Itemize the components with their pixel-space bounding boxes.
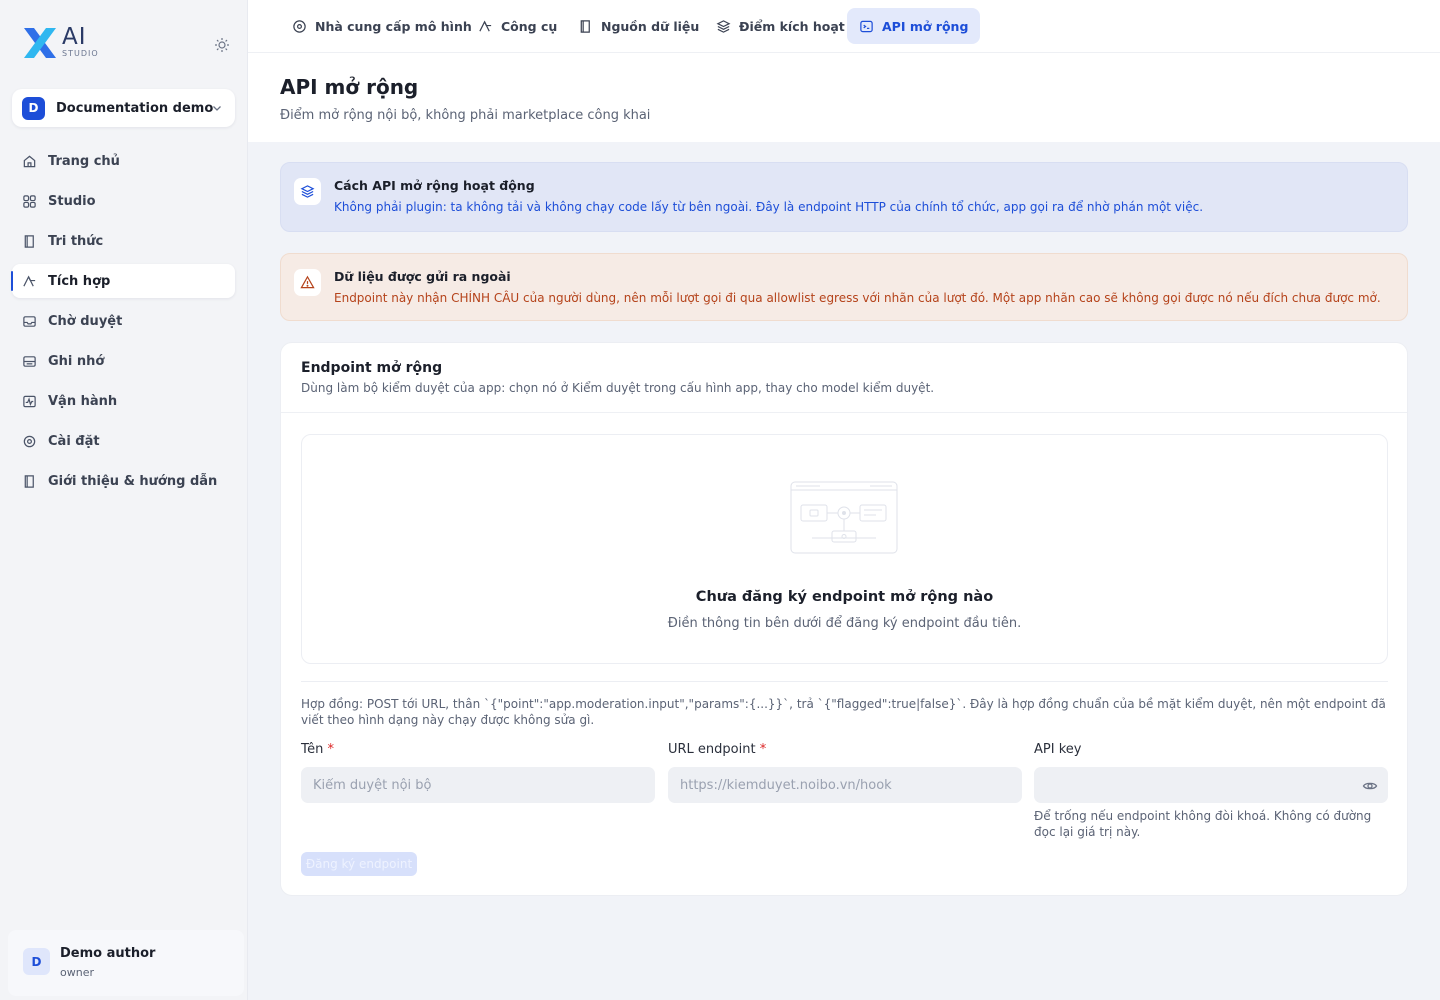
model-provider-icon [293, 19, 306, 33]
guide-icon [24, 474, 34, 488]
integration-icon [23, 274, 36, 286]
workspace-avatar: D [22, 96, 45, 120]
warning-icon [294, 269, 321, 296]
info-callout: Cách API mở rộng hoạt động Không phải pl… [280, 162, 1408, 232]
grid-icon [23, 194, 36, 208]
empty-state: Chưa đăng ký endpoint mở rộng nào Điền t… [301, 434, 1388, 664]
register-endpoint-button[interactable]: Đăng ký endpoint [301, 852, 417, 876]
sidebar-item-settings[interactable]: Cài đặt [12, 424, 235, 458]
sidebar-item-studio[interactable]: Studio [12, 184, 235, 218]
tab-model-providers[interactable]: Nhà cung cấp mô hình [280, 8, 484, 44]
logo-text: AI [62, 24, 87, 50]
theme-toggle-sun-icon[interactable] [213, 36, 231, 54]
avatar: D [23, 948, 50, 975]
tab-extension-api[interactable]: API mở rộng [847, 8, 981, 44]
inbox-icon [23, 315, 36, 327]
callout-text: Không phải plugin: ta không tải và không… [334, 200, 1204, 214]
sidebar-item-label: Studio [48, 193, 96, 209]
card-description: Dùng làm bộ kiểm duyệt của app: chọn nó … [301, 381, 935, 395]
url-input[interactable] [668, 767, 1022, 803]
sidebar-item-knowledge[interactable]: Tri thức [12, 224, 235, 258]
sidebar-item-label: Tích hợp [48, 273, 111, 289]
card-title: Endpoint mở rộng [301, 360, 443, 376]
workspace-name: Documentation demo [56, 100, 214, 116]
logo-x-icon [24, 28, 56, 58]
home-icon [23, 155, 36, 167]
sidebar-item-label: Trang chủ [48, 153, 120, 169]
logo-subtext: STUDIO [62, 49, 99, 58]
tab-data-sources[interactable]: Nguồn dữ liệu [566, 8, 711, 44]
api-key-input[interactable] [1034, 767, 1388, 803]
callout-text: Endpoint này nhận CHÍNH CÂU của người dù… [334, 291, 1381, 305]
sidebar-item-memory[interactable]: Ghi nhớ [12, 344, 235, 378]
api-icon [860, 20, 873, 32]
sidebar-item-label: Cài đặt [48, 433, 100, 449]
label-text: Tên [301, 742, 324, 757]
empty-state-description: Điền thông tin bên dưới để đăng ký endpo… [667, 616, 1022, 631]
book-icon [24, 234, 34, 248]
sidebar-item-label: Vận hành [48, 393, 118, 409]
sidebar-item-label: Tri thức [48, 233, 104, 249]
sidebar-item-integration[interactable]: Tích hợp [11, 264, 235, 298]
tab-triggers[interactable]: Điểm kích hoạt [704, 8, 857, 44]
page-title: API mở rộng [280, 75, 419, 99]
datasource-icon [580, 19, 590, 33]
api-key-help: Để trống nếu endpoint không đòi khoá. Kh… [1034, 809, 1372, 839]
tab-label: Điểm kích hoạt [739, 18, 845, 34]
sidebar-item-home[interactable]: Trang chủ [12, 144, 235, 178]
page-subtitle: Điểm mở rộng nội bộ, không phải marketpl… [280, 108, 651, 123]
gear-icon [23, 435, 36, 447]
sidebar-item-pending[interactable]: Chờ duyệt [12, 304, 235, 338]
empty-state-illustration-icon [790, 481, 898, 554]
tab-label: Nguồn dữ liệu [601, 18, 700, 34]
name-field-label: Tên * [301, 742, 334, 757]
contract-note: Hợp đồng: POST tới URL, thân `{"point":"… [301, 697, 1386, 727]
user-role: owner [60, 966, 94, 979]
sidebar: AI STUDIO D Documentation demo Trang chủ… [0, 0, 248, 1000]
sidebar-item-label: Chờ duyệt [48, 313, 123, 329]
layers-icon [294, 178, 321, 205]
callout-title: Cách API mở rộng hoạt động [334, 178, 535, 193]
tab-label: Nhà cung cấp mô hình [315, 18, 472, 34]
chevron-down-icon [213, 106, 221, 111]
tools-icon [479, 19, 492, 31]
name-input[interactable] [301, 767, 655, 803]
label-text: URL endpoint [668, 742, 756, 757]
page-header: API mở rộng Điểm mở rộng nội bộ, không p… [248, 53, 1440, 142]
card-header: Endpoint mở rộng Dùng làm bộ kiểm duyệt … [281, 343, 1407, 413]
tab-label: API mở rộng [882, 18, 969, 34]
sidebar-item-operations[interactable]: Vận hành [12, 384, 235, 418]
warning-callout: Dữ liệu được gửi ra ngoài Endpoint này n… [280, 253, 1408, 321]
endpoints-card: Endpoint mở rộng Dùng làm bộ kiểm duyệt … [280, 342, 1408, 896]
app-logo[interactable]: AI STUDIO [22, 24, 99, 60]
integration-tabs: Nhà cung cấp mô hình Công cụ Nguồn dữ li… [248, 0, 1440, 53]
sidebar-nav: Trang chủ Studio Tri thức Tích hợp Chờ d… [11, 144, 235, 504]
required-mark: * [327, 742, 335, 757]
trigger-icon [716, 19, 731, 33]
tab-tools[interactable]: Công cụ [466, 8, 569, 44]
user-card[interactable]: D Demo author owner [8, 930, 244, 996]
callout-title: Dữ liệu được gửi ra ngoài [334, 269, 511, 284]
workspace-switcher[interactable]: D Documentation demo [12, 89, 235, 127]
activity-icon [23, 395, 36, 407]
user-name: Demo author [60, 946, 156, 961]
sidebar-item-guide[interactable]: Giới thiệu & hướng dẫn [12, 464, 235, 498]
api-key-field-label: API key [1034, 742, 1081, 757]
divider [301, 681, 1388, 682]
url-field-label: URL endpoint * [668, 742, 766, 757]
memory-icon [23, 355, 36, 367]
tab-label: Công cụ [501, 18, 558, 34]
label-text: API key [1034, 742, 1082, 757]
sidebar-item-label: Giới thiệu & hướng dẫn [48, 473, 218, 489]
sidebar-item-label: Ghi nhớ [48, 353, 105, 369]
empty-state-title: Chưa đăng ký endpoint mở rộng nào [695, 589, 994, 605]
required-mark: * [759, 742, 767, 757]
eye-icon[interactable] [1362, 778, 1378, 794]
